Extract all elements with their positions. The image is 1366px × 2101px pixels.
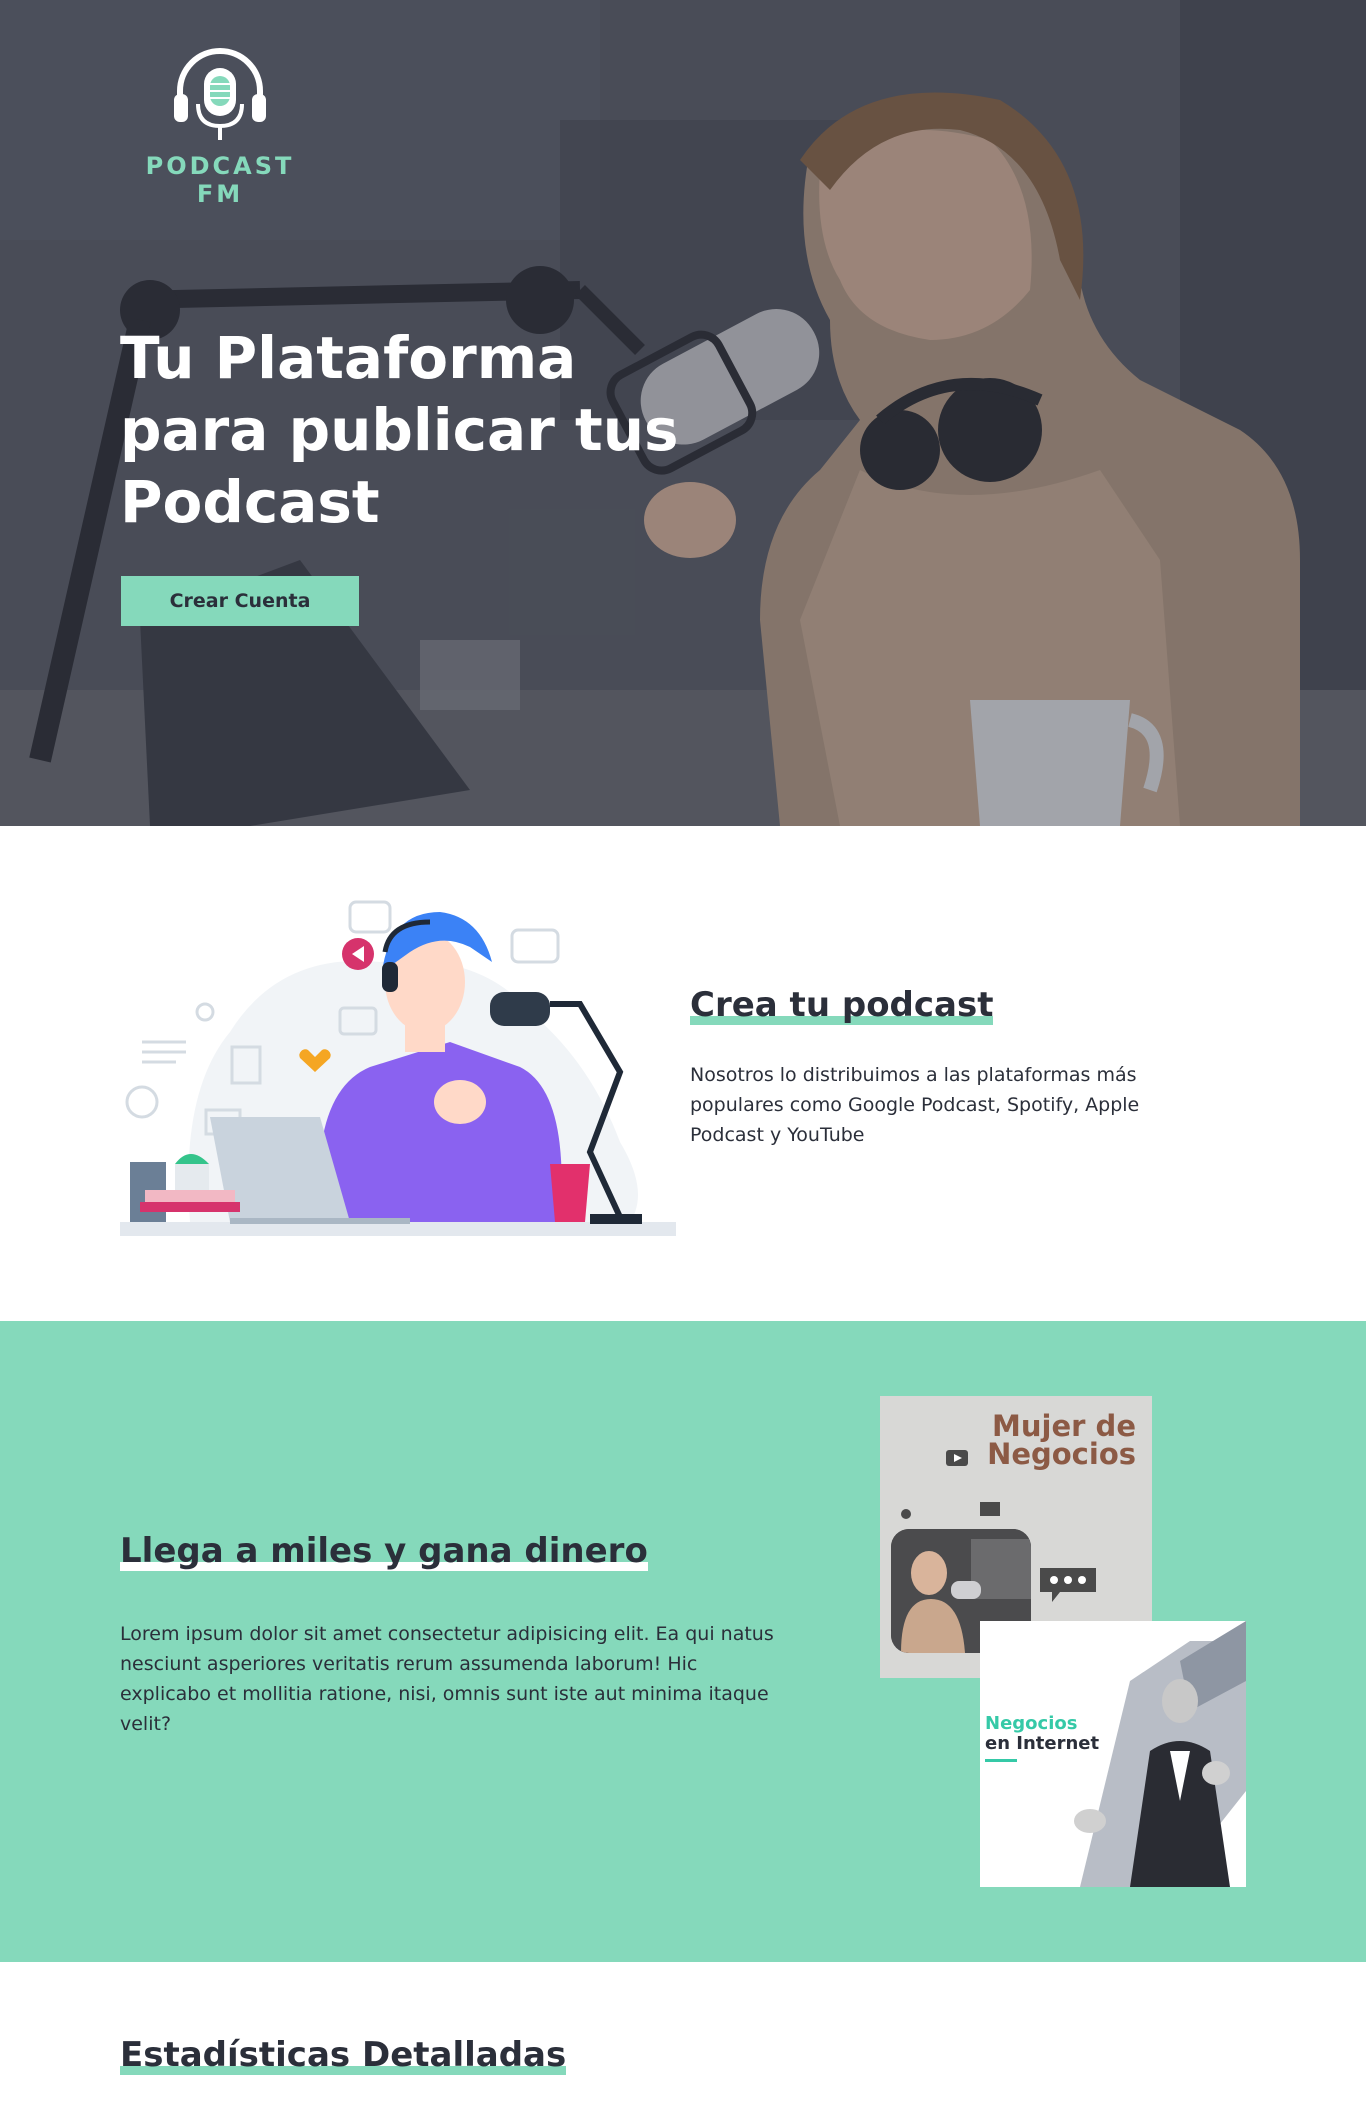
business-cover-card[interactable]: Negocios en Internet	[980, 1621, 1246, 1887]
logo-text: PODCAST FM	[145, 152, 295, 208]
create-podcast-title: Crea tu podcast	[690, 984, 994, 1026]
reach-description: Lorem ipsum dolor sit amet consectetur a…	[120, 1623, 774, 1735]
cover-underline	[985, 1759, 1017, 1762]
cover-title-line2: en Internet	[985, 1733, 1100, 1754]
podcaster-illustration	[120, 900, 676, 1236]
cover-title: Mujer de Negocios	[987, 1409, 1136, 1471]
create-account-button[interactable]: Crear Cuenta	[121, 576, 359, 626]
logo[interactable]: PODCAST FM	[120, 46, 320, 208]
cover-photo	[1074, 1621, 1246, 1887]
cover-title-line1: Negocios	[985, 1713, 1078, 1734]
hero-section: PODCAST FM Tu Plataforma para publicar t…	[0, 0, 1366, 826]
headphones-microphone-icon	[174, 48, 266, 140]
create-podcast-description: Nosotros lo distribuimos a las plataform…	[690, 1064, 1140, 1146]
create-podcast-section: Crea tu podcast Nosotros lo distribuimos…	[0, 826, 1366, 1321]
reach-title: Llega a miles y gana dinero	[120, 1530, 648, 1572]
stats-title: Estadísticas Detalladas	[120, 2034, 567, 2076]
hero-title: Tu Plataforma para publicar tus Podcast	[120, 324, 679, 536]
reach-section: Llega a miles y gana dinero Lorem ipsum …	[0, 1321, 1366, 1962]
stats-section: Estadísticas Detalladas	[0, 1962, 1366, 2101]
